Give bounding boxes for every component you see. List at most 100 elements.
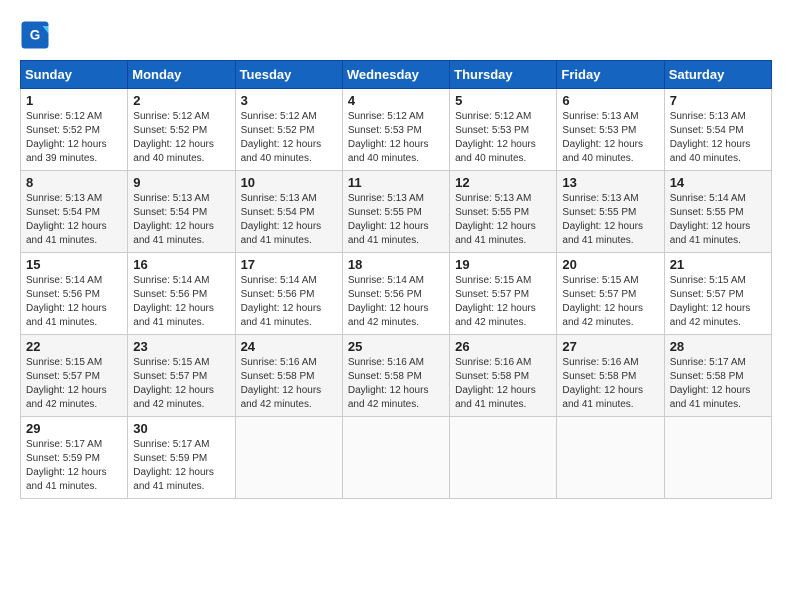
calendar-cell: 20 Sunrise: 5:15 AMSunset: 5:57 PMDayligh… xyxy=(557,253,664,335)
day-number: 7 xyxy=(670,93,766,108)
day-number: 24 xyxy=(241,339,337,354)
day-info: Sunrise: 5:16 AMSunset: 5:58 PMDaylight:… xyxy=(562,356,658,412)
day-info: Sunrise: 5:12 AMSunset: 5:53 PMDaylight:… xyxy=(348,110,444,166)
day-info: Sunrise: 5:15 AMSunset: 5:57 PMDaylight:… xyxy=(670,274,766,330)
day-info: Sunrise: 5:17 AMSunset: 5:59 PMDaylight:… xyxy=(133,438,229,494)
day-number: 17 xyxy=(241,257,337,272)
weekday-header-tuesday: Tuesday xyxy=(235,61,342,89)
day-info: Sunrise: 5:15 AMSunset: 5:57 PMDaylight:… xyxy=(562,274,658,330)
calendar-cell: 3 Sunrise: 5:12 AMSunset: 5:52 PMDaylight… xyxy=(235,89,342,171)
day-number: 23 xyxy=(133,339,229,354)
day-number: 3 xyxy=(241,93,337,108)
calendar-cell: 12 Sunrise: 5:13 AMSunset: 5:55 PMDayligh… xyxy=(450,171,557,253)
day-number: 15 xyxy=(26,257,122,272)
calendar-cell: 4Sunrise: 5:12 AMSunset: 5:53 PMDaylight… xyxy=(342,89,449,171)
day-number: 12 xyxy=(455,175,551,190)
day-number: 29 xyxy=(26,421,122,436)
calendar-cell: 6 Sunrise: 5:13 AMSunset: 5:53 PMDaylight… xyxy=(557,89,664,171)
day-info: Sunrise: 5:14 AMSunset: 5:56 PMDaylight:… xyxy=(133,274,229,330)
day-info: Sunrise: 5:12 AMSunset: 5:52 PMDaylight:… xyxy=(133,110,229,166)
calendar-cell xyxy=(342,417,449,499)
calendar-cell: 25 Sunrise: 5:16 AMSunset: 5:58 PMDayligh… xyxy=(342,335,449,417)
calendar-cell: 27 Sunrise: 5:16 AMSunset: 5:58 PMDayligh… xyxy=(557,335,664,417)
day-number: 2 xyxy=(133,93,229,108)
day-info: Sunrise: 5:17 AMSunset: 5:58 PMDaylight:… xyxy=(670,356,766,412)
day-info: Sunrise: 5:12 AMSunset: 5:53 PMDaylight:… xyxy=(455,110,551,166)
calendar-cell: 24 Sunrise: 5:16 AMSunset: 5:58 PMDayligh… xyxy=(235,335,342,417)
day-number: 26 xyxy=(455,339,551,354)
calendar-cell: 16 Sunrise: 5:14 AMSunset: 5:56 PMDayligh… xyxy=(128,253,235,335)
day-info: Sunrise: 5:16 AMSunset: 5:58 PMDaylight:… xyxy=(348,356,444,412)
calendar-cell: 2 Sunrise: 5:12 AMSunset: 5:52 PMDaylight… xyxy=(128,89,235,171)
day-number: 5 xyxy=(455,93,551,108)
calendar-cell: 28 Sunrise: 5:17 AMSunset: 5:58 PMDayligh… xyxy=(664,335,771,417)
page-header: G xyxy=(20,20,772,50)
day-number: 18 xyxy=(348,257,444,272)
calendar-cell: 1 Sunrise: 5:12 AMSunset: 5:52 PMDaylight… xyxy=(21,89,128,171)
day-number: 20 xyxy=(562,257,658,272)
calendar-cell: 14Sunrise: 5:14 AMSunset: 5:55 PMDayligh… xyxy=(664,171,771,253)
day-number: 8 xyxy=(26,175,122,190)
day-info: Sunrise: 5:15 AMSunset: 5:57 PMDaylight:… xyxy=(455,274,551,330)
logo: G xyxy=(20,20,54,50)
day-info: Sunrise: 5:13 AMSunset: 5:55 PMDaylight:… xyxy=(455,192,551,248)
calendar-cell: 11Sunrise: 5:13 AMSunset: 5:55 PMDayligh… xyxy=(342,171,449,253)
calendar-cell xyxy=(664,417,771,499)
svg-text:G: G xyxy=(30,28,41,43)
day-number: 14 xyxy=(670,175,766,190)
day-info: Sunrise: 5:13 AMSunset: 5:54 PMDaylight:… xyxy=(670,110,766,166)
day-info: Sunrise: 5:13 AMSunset: 5:55 PMDaylight:… xyxy=(562,192,658,248)
day-info: Sunrise: 5:13 AMSunset: 5:54 PMDaylight:… xyxy=(26,192,122,248)
calendar-cell: 8 Sunrise: 5:13 AMSunset: 5:54 PMDaylight… xyxy=(21,171,128,253)
day-info: Sunrise: 5:14 AMSunset: 5:56 PMDaylight:… xyxy=(241,274,337,330)
calendar-cell: 5 Sunrise: 5:12 AMSunset: 5:53 PMDaylight… xyxy=(450,89,557,171)
day-info: Sunrise: 5:13 AMSunset: 5:55 PMDaylight:… xyxy=(348,192,444,248)
day-info: Sunrise: 5:12 AMSunset: 5:52 PMDaylight:… xyxy=(241,110,337,166)
calendar-cell: 26 Sunrise: 5:16 AMSunset: 5:58 PMDayligh… xyxy=(450,335,557,417)
weekday-header-monday: Monday xyxy=(128,61,235,89)
calendar-cell: 19 Sunrise: 5:15 AMSunset: 5:57 PMDayligh… xyxy=(450,253,557,335)
day-info: Sunrise: 5:13 AMSunset: 5:53 PMDaylight:… xyxy=(562,110,658,166)
day-info: Sunrise: 5:12 AMSunset: 5:52 PMDaylight:… xyxy=(26,110,122,166)
calendar-cell: 18 Sunrise: 5:14 AMSunset: 5:56 PMDayligh… xyxy=(342,253,449,335)
day-number: 30 xyxy=(133,421,229,436)
day-number: 21 xyxy=(670,257,766,272)
day-number: 19 xyxy=(455,257,551,272)
calendar-cell: 23 Sunrise: 5:15 AMSunset: 5:57 PMDayligh… xyxy=(128,335,235,417)
day-number: 16 xyxy=(133,257,229,272)
calendar-cell xyxy=(557,417,664,499)
day-info: Sunrise: 5:15 AMSunset: 5:57 PMDaylight:… xyxy=(133,356,229,412)
day-info: Sunrise: 5:15 AMSunset: 5:57 PMDaylight:… xyxy=(26,356,122,412)
calendar-cell xyxy=(450,417,557,499)
calendar-table: SundayMondayTuesdayWednesdayThursdayFrid… xyxy=(20,60,772,499)
day-number: 27 xyxy=(562,339,658,354)
day-number: 13 xyxy=(562,175,658,190)
day-number: 10 xyxy=(241,175,337,190)
day-number: 6 xyxy=(562,93,658,108)
weekday-header-wednesday: Wednesday xyxy=(342,61,449,89)
weekday-header-sunday: Sunday xyxy=(21,61,128,89)
day-info: Sunrise: 5:13 AMSunset: 5:54 PMDaylight:… xyxy=(133,192,229,248)
calendar-cell: 21 Sunrise: 5:15 AMSunset: 5:57 PMDayligh… xyxy=(664,253,771,335)
calendar-cell: 9 Sunrise: 5:13 AMSunset: 5:54 PMDaylight… xyxy=(128,171,235,253)
day-info: Sunrise: 5:14 AMSunset: 5:56 PMDaylight:… xyxy=(26,274,122,330)
day-info: Sunrise: 5:16 AMSunset: 5:58 PMDaylight:… xyxy=(455,356,551,412)
calendar-cell: 13 Sunrise: 5:13 AMSunset: 5:55 PMDayligh… xyxy=(557,171,664,253)
day-info: Sunrise: 5:17 AMSunset: 5:59 PMDaylight:… xyxy=(26,438,122,494)
day-number: 28 xyxy=(670,339,766,354)
calendar-cell: 22 Sunrise: 5:15 AMSunset: 5:57 PMDayligh… xyxy=(21,335,128,417)
day-number: 22 xyxy=(26,339,122,354)
day-info: Sunrise: 5:16 AMSunset: 5:58 PMDaylight:… xyxy=(241,356,337,412)
day-number: 9 xyxy=(133,175,229,190)
calendar-cell: 15 Sunrise: 5:14 AMSunset: 5:56 PMDayligh… xyxy=(21,253,128,335)
day-number: 1 xyxy=(26,93,122,108)
weekday-header-thursday: Thursday xyxy=(450,61,557,89)
logo-icon: G xyxy=(20,20,50,50)
weekday-header-saturday: Saturday xyxy=(664,61,771,89)
calendar-cell: 7 Sunrise: 5:13 AMSunset: 5:54 PMDaylight… xyxy=(664,89,771,171)
weekday-header-friday: Friday xyxy=(557,61,664,89)
day-number: 25 xyxy=(348,339,444,354)
calendar-cell: 30 Sunrise: 5:17 AMSunset: 5:59 PMDayligh… xyxy=(128,417,235,499)
calendar-cell: 10Sunrise: 5:13 AMSunset: 5:54 PMDayligh… xyxy=(235,171,342,253)
day-info: Sunrise: 5:14 AMSunset: 5:56 PMDaylight:… xyxy=(348,274,444,330)
